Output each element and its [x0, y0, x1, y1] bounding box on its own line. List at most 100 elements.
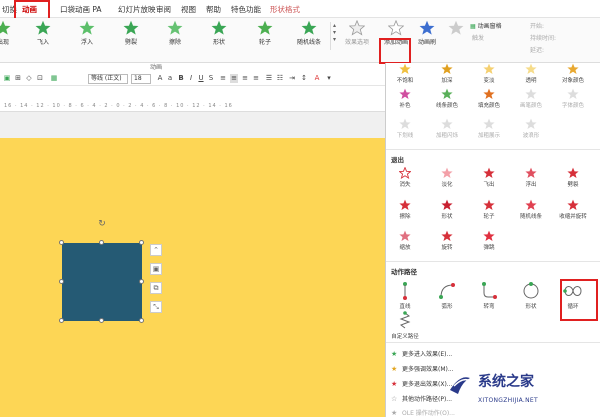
resize-handle[interactable]: [99, 240, 104, 245]
more-emphasis-effects[interactable]: ★ 更多强调效果(M)...: [391, 364, 454, 373]
bullets-icon[interactable]: ☰: [265, 74, 273, 83]
resize-handle[interactable]: [59, 240, 64, 245]
star-gray-icon: [525, 118, 537, 130]
grid-icon[interactable]: ▦: [50, 74, 58, 83]
font-color-icon[interactable]: A: [313, 74, 321, 83]
strike-icon[interactable]: S: [207, 74, 215, 83]
paste-icon[interactable]: ▣: [3, 74, 11, 83]
resize-handle[interactable]: [139, 279, 144, 284]
shape-style-icon[interactable]: ▣: [150, 263, 162, 275]
effect-random-bars[interactable]: 随机线条: [294, 20, 324, 46]
line-spacing-icon[interactable]: ↕: [300, 74, 308, 83]
star-add-icon: [388, 20, 404, 36]
path-custom[interactable]: 自定义路径: [388, 311, 422, 340]
resize-handle[interactable]: [139, 240, 144, 245]
select-icon[interactable]: ⊡: [36, 74, 44, 83]
align-right-icon[interactable]: ≡: [241, 74, 249, 83]
exit-random-bars[interactable]: 随机线条: [514, 199, 548, 220]
exit-section-title: 退出: [391, 156, 404, 164]
more-icon[interactable]: ▾: [325, 74, 333, 83]
emphasis-darken[interactable]: 加深: [430, 63, 464, 84]
slide-canvas[interactable]: [0, 138, 385, 417]
effect-fly-in[interactable]: 飞入: [28, 20, 58, 46]
exit-shape[interactable]: 形状: [430, 199, 464, 220]
star-red-icon: [525, 167, 537, 179]
path-turns[interactable]: 转弯: [472, 281, 506, 310]
effect-split[interactable]: 劈裂: [116, 20, 146, 46]
more-exit-effects[interactable]: ★ 更多退出效果(X)...: [391, 379, 453, 388]
trigger-button[interactable]: 触发: [472, 33, 484, 42]
crop-icon[interactable]: ⤡: [150, 301, 162, 313]
emphasis-line-color[interactable]: 线条颜色: [430, 88, 464, 109]
exit-shrink-turn[interactable]: 收缩并旋转: [556, 199, 590, 220]
bold-icon[interactable]: B: [177, 74, 185, 83]
justify-icon[interactable]: ≡: [252, 74, 260, 83]
exit-fade[interactable]: 淡化: [430, 167, 464, 188]
exit-split[interactable]: 劈裂: [556, 167, 590, 188]
numbering-icon[interactable]: ☷: [276, 74, 284, 83]
gallery-scroll[interactable]: ▴ ▾ ▾: [330, 22, 338, 50]
path-arc-icon: [439, 283, 455, 299]
selected-rectangle-shape[interactable]: [62, 243, 142, 321]
format-icon[interactable]: ⊞: [14, 74, 22, 83]
effect-shape[interactable]: 形状: [204, 20, 234, 46]
exit-zoom[interactable]: 缩放: [388, 230, 422, 251]
animation-painter-button[interactable]: 动画刷: [412, 20, 442, 46]
resize-handle[interactable]: [59, 279, 64, 284]
resize-handle[interactable]: [99, 318, 104, 323]
path-shapes[interactable]: 形状: [514, 281, 548, 310]
exit-bounce[interactable]: 弹跳: [472, 230, 506, 251]
effect-float-in[interactable]: 浮入: [72, 20, 102, 46]
tab-special-features[interactable]: 特色功能: [231, 4, 261, 15]
emphasis-transparency[interactable]: 透明: [514, 63, 548, 84]
gray-button[interactable]: [444, 20, 468, 36]
resize-handle[interactable]: [139, 318, 144, 323]
effect-options-button[interactable]: 效果选项: [340, 20, 374, 46]
resize-handle[interactable]: [59, 318, 64, 323]
tab-help[interactable]: 帮助: [206, 4, 221, 15]
emphasis-desaturate[interactable]: 不饱和: [388, 63, 422, 84]
layout-options-icon[interactable]: ⌃: [150, 244, 162, 256]
align-left-icon[interactable]: ≡: [219, 74, 227, 83]
more-entrance-effects[interactable]: ★ 更多进入效果(E)...: [391, 349, 452, 358]
grow-font-icon[interactable]: A: [156, 74, 164, 83]
effect-wipe[interactable]: 擦除: [160, 20, 190, 46]
exit-swivel[interactable]: 旋转: [430, 230, 464, 251]
emphasis-complementary[interactable]: 补色: [388, 88, 422, 109]
indent-icon[interactable]: ⇥: [288, 74, 296, 83]
exit-disappear[interactable]: 消失: [388, 167, 422, 188]
emphasis-object-color[interactable]: 对象颜色: [556, 63, 590, 84]
tab-view[interactable]: 视图: [181, 4, 196, 15]
tab-shape-format[interactable]: 形状格式: [270, 4, 300, 15]
effect-appear[interactable]: 出现: [0, 20, 18, 46]
star-green-icon: [167, 20, 183, 36]
star-green-icon: [211, 20, 227, 36]
arrange-icon[interactable]: ⧉: [150, 282, 162, 294]
star-gray-icon: [399, 118, 411, 130]
align-center-icon[interactable]: ≡: [230, 74, 238, 83]
animation-pane-button[interactable]: ▦ 动画窗格: [470, 21, 502, 30]
italic-icon[interactable]: I: [187, 74, 195, 83]
effect-wheel[interactable]: 轮子: [250, 20, 280, 46]
underline-icon[interactable]: U: [197, 74, 205, 83]
motion-path-section-title: 动作路径: [391, 268, 417, 276]
more-motion-paths[interactable]: ☆ 其他动作路径(P)...: [391, 394, 452, 403]
exit-wheel[interactable]: 轮子: [472, 199, 506, 220]
exit-wipe[interactable]: 擦除: [388, 199, 422, 220]
tab-review[interactable]: 审阅: [156, 4, 171, 15]
tab-slideshow[interactable]: 幻灯片放映: [118, 4, 156, 15]
tab-pocket-animation[interactable]: 口袋动画 PA: [60, 4, 102, 15]
emphasis-lighten[interactable]: 变淡: [472, 63, 506, 84]
star-blue-icon: [419, 20, 435, 36]
rotate-handle-icon[interactable]: ↻: [97, 219, 107, 229]
font-size-select[interactable]: 18: [131, 74, 151, 84]
exit-fly-out[interactable]: 飞出: [472, 167, 506, 188]
path-lines[interactable]: 直线: [388, 281, 422, 310]
font-select[interactable]: 等线 (正文): [88, 74, 128, 84]
emphasis-fill-color[interactable]: 填充颜色: [472, 88, 506, 109]
shrink-font-icon[interactable]: a: [166, 74, 174, 83]
shape-icon[interactable]: ◇: [25, 74, 33, 83]
exit-float-out[interactable]: 浮出: [514, 167, 548, 188]
star-green-icon: [123, 20, 139, 36]
path-arcs[interactable]: 弧形: [430, 281, 464, 310]
